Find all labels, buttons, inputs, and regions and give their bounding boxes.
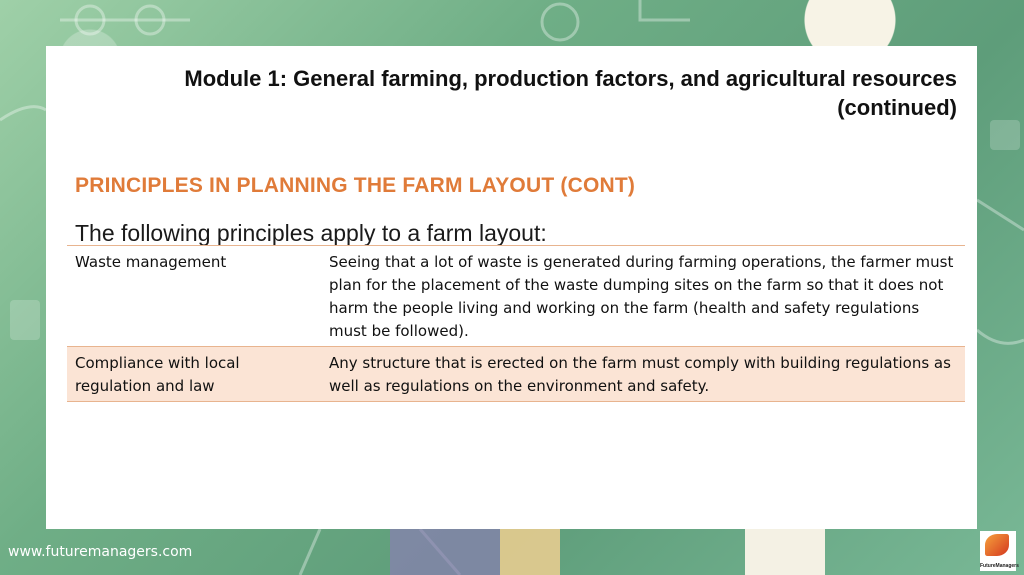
future-managers-logo: FutureManagers [980,531,1019,571]
logo-text: FutureManagers [980,563,1019,569]
principles-table: Waste management Seeing that a lot of wa… [67,245,965,402]
principle-cell: Compliance with local regulation and law [75,354,240,395]
logo-flame-icon [985,534,1009,556]
description-cell: Seeing that a lot of waste is generated … [329,253,954,340]
table-row: Compliance with local regulation and law… [67,346,965,402]
intro-text: The following principles apply to a farm… [75,220,547,246]
table-row: Waste management Seeing that a lot of wa… [67,245,965,347]
principle-cell: Waste management [75,253,227,271]
description-cell: Any structure that is erected on the far… [329,354,951,395]
module-title: Module 1: General farming, production fa… [184,66,957,120]
section-heading: PRINCIPLES IN PLANNING THE FARM LAYOUT (… [75,174,636,197]
website-url: www.futuremanagers.com [8,544,193,560]
slide-content: Module 1: General farming, production fa… [46,46,977,529]
